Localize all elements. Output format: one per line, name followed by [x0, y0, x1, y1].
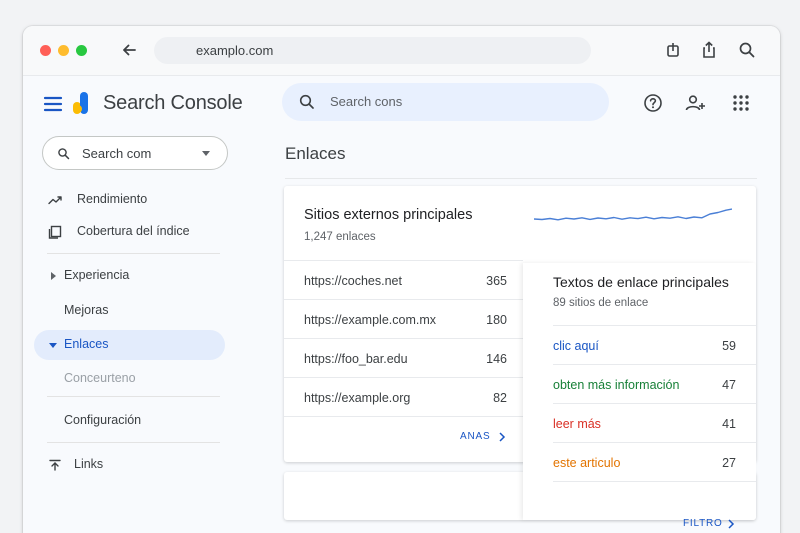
property-selector[interactable]: Search com [42, 136, 228, 170]
chevron-right-icon[interactable] [498, 432, 506, 442]
external-sites-title: Sitios externos principales [304, 207, 473, 223]
list-item[interactable]: https://coches.net 365 [284, 260, 523, 299]
anchor-texts-card: Textos de enlace principales 89 sitios d… [523, 263, 756, 529]
minimize-window-button[interactable] [58, 45, 69, 56]
anchor-count: 59 [722, 339, 736, 353]
property-selector-label: Search com [82, 146, 152, 161]
page-title: Enlaces [285, 144, 346, 163]
sidebar-item-experiencia[interactable]: Experiencia [34, 261, 225, 291]
anchor-text[interactable]: leer más [553, 417, 601, 431]
anchor-text[interactable]: este articulo [553, 456, 620, 470]
list-item[interactable]: https://example.com.mx 180 [284, 299, 523, 338]
maximize-window-button[interactable] [76, 45, 87, 56]
external-site-count: 146 [486, 352, 507, 366]
expand-arrow-icon [51, 272, 56, 280]
list-item[interactable]: clic aquí 59 [553, 325, 756, 364]
anchor-filter-link[interactable]: FILTRO [683, 518, 723, 529]
sidebar-item-label: Cobertura del índice [77, 224, 190, 238]
external-site-url: https://coches.net [304, 274, 402, 288]
sidebar-divider [47, 253, 220, 254]
search-icon [299, 94, 314, 109]
app-title: Search Console [103, 92, 243, 114]
anchor-count: 41 [722, 417, 736, 431]
list-divider [553, 481, 756, 482]
pages-icon [48, 225, 62, 239]
anchor-text[interactable]: clic aquí [553, 339, 599, 353]
browser-window: examplo.com Search Console Search cons S… [23, 26, 780, 533]
external-site-url: https://foo_bar.edu [304, 352, 408, 366]
title-divider [285, 178, 757, 179]
external-site-url: https://example.com.mx [304, 313, 436, 327]
sidebar-item-conceurteno[interactable]: Conceurteno [34, 364, 225, 394]
external-site-count: 82 [493, 391, 507, 405]
collapse-arrow-icon [49, 343, 57, 348]
anchor-texts-title: Textos de enlace principales [553, 274, 729, 290]
help-icon[interactable] [642, 92, 664, 114]
sidebar-item-label: Enlaces [64, 337, 109, 351]
sidebar-item-label: Links [74, 457, 104, 471]
list-item[interactable]: https://foo_bar.edu 146 [284, 338, 523, 377]
share-icon[interactable] [699, 40, 719, 60]
list-item[interactable]: leer más 41 [553, 403, 756, 442]
sidebar-item-label: Conceurteno [64, 371, 136, 385]
apps-grid-icon[interactable] [730, 92, 752, 114]
sidebar-item-enlaces[interactable]: Enlaces [34, 330, 225, 360]
sidebar-item-rendimiento[interactable]: Rendimiento [34, 185, 225, 215]
anchor-count: 47 [722, 378, 736, 392]
external-site-url: https://example.org [304, 391, 411, 405]
sidebar-divider [47, 396, 220, 397]
sidebar-item-configuracion[interactable]: Configuración [34, 406, 225, 436]
download-icon[interactable] [663, 40, 683, 60]
back-arrow-icon[interactable] [118, 39, 140, 61]
address-bar[interactable]: examplo.com [154, 37, 591, 64]
app-search-placeholder: Search cons [330, 94, 403, 109]
links-trend-sparkline [534, 208, 732, 221]
sidebar-item-cobertura[interactable]: Cobertura del índice [34, 217, 225, 247]
sidebar-item-links[interactable]: Links [34, 450, 225, 480]
search-console-logo-icon [73, 92, 88, 114]
search-icon [58, 148, 70, 160]
anchor-texts-subtitle: 89 sitios de enlace [553, 297, 649, 309]
external-more-link[interactable]: ANAS [460, 431, 490, 442]
sidebar-item-mejoras[interactable]: Mejoras [34, 296, 225, 326]
address-bar-url: examplo.com [196, 43, 274, 58]
sidebar-item-label: Experiencia [64, 268, 130, 282]
dropdown-caret-icon [202, 151, 210, 156]
external-sites-subtitle: 1,247 enlaces [304, 231, 376, 243]
menu-icon[interactable] [43, 96, 63, 112]
browser-search-icon[interactable] [737, 40, 757, 60]
export-icon [49, 459, 61, 471]
list-item[interactable]: este articulo 27 [553, 442, 756, 481]
anchor-text[interactable]: obten más información [553, 378, 679, 392]
close-window-button[interactable] [40, 45, 51, 56]
sidebar-item-label: Rendimiento [77, 192, 148, 206]
anchor-count: 27 [722, 456, 736, 470]
list-divider [284, 416, 523, 417]
external-site-count: 180 [486, 313, 507, 327]
sidebar-item-label: Mejoras [64, 303, 109, 317]
sidebar-item-label: Configuración [64, 413, 142, 427]
app-search-box[interactable]: Search cons [282, 83, 609, 121]
external-site-count: 365 [486, 274, 507, 288]
sidebar-divider [47, 442, 220, 443]
list-item[interactable]: obten más información 47 [553, 364, 756, 403]
trending-up-icon [48, 196, 62, 205]
chevron-right-icon[interactable] [727, 519, 735, 529]
browser-toolbar: examplo.com [23, 26, 780, 76]
list-item[interactable]: https://example.org 82 [284, 377, 523, 416]
add-user-icon[interactable] [684, 92, 706, 114]
